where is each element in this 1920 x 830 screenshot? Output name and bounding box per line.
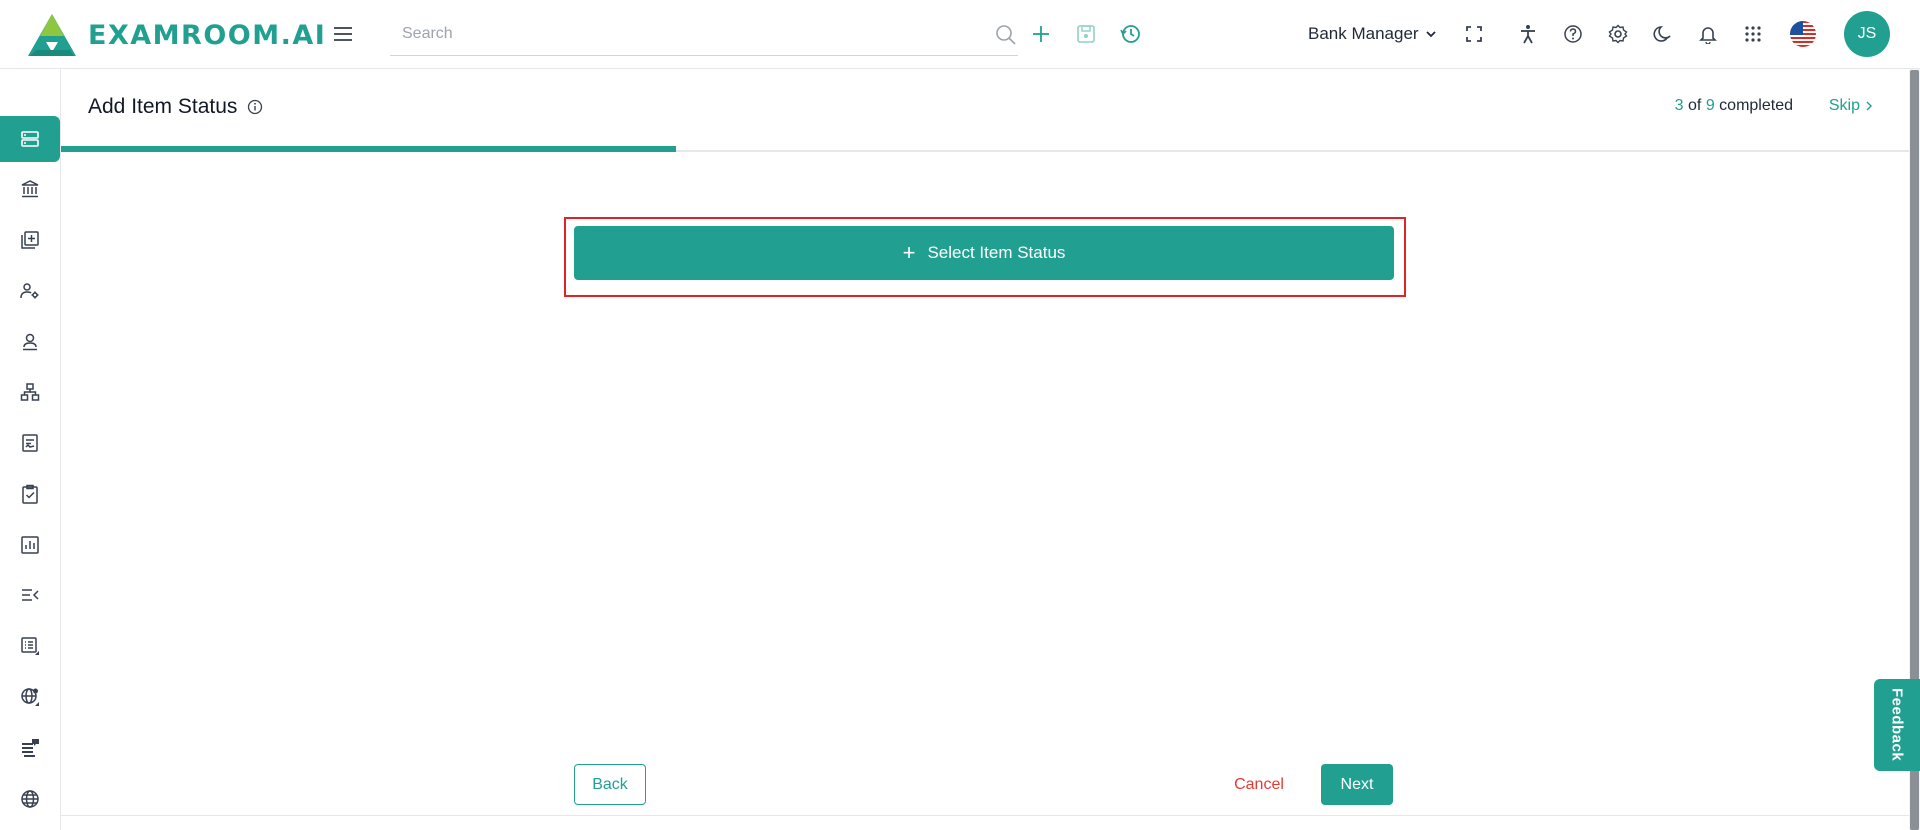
document-icon (22, 434, 38, 452)
search-bar (390, 14, 1018, 56)
skip-label: Skip (1828, 97, 1860, 114)
back-button[interactable]: Back (574, 764, 646, 805)
dark-mode-icon[interactable] (1649, 20, 1677, 48)
sidebar-item-user[interactable] (0, 319, 60, 365)
stack-chat-icon (22, 739, 39, 757)
sidebar-item-hierarchy[interactable] (0, 369, 60, 415)
sidebar-item-list-collapse[interactable] (0, 572, 60, 618)
sidebar-item-stack-chat[interactable] (0, 725, 60, 771)
user-settings-icon (20, 283, 39, 299)
fullscreen-icon[interactable] (1460, 20, 1488, 48)
feedback-label: Feedback (1888, 688, 1906, 762)
chevron-down-icon (1425, 31, 1436, 38)
save-icon[interactable] (1072, 20, 1100, 48)
search-icon[interactable] (994, 23, 1018, 47)
accessibility-icon[interactable] (1514, 20, 1542, 48)
select-item-status-label: Select Item Status (927, 243, 1066, 262)
role-label: Bank Manager (1308, 24, 1419, 43)
select-item-status-button[interactable]: + Select Item Status (574, 226, 1394, 280)
sidebar-item-checklist[interactable] (0, 471, 60, 517)
select-item-status-highlight: + Select Item Status (564, 217, 1406, 297)
sidebar-item-report[interactable] (0, 522, 60, 568)
info-icon[interactable] (247, 99, 263, 115)
next-button[interactable]: Next (1321, 764, 1393, 805)
hierarchy-icon (20, 383, 40, 401)
us-flag-icon[interactable] (1789, 20, 1817, 48)
globe-settings-icon (21, 688, 39, 706)
sidebar-item-document[interactable] (0, 420, 60, 466)
sidebar-item-globe[interactable] (0, 776, 60, 822)
bank-icon (21, 180, 39, 198)
list-collapse-icon (22, 589, 39, 601)
cancel-button[interactable]: Cancel (1224, 764, 1294, 805)
globe-icon (21, 790, 39, 808)
progress-total: 9 (1705, 97, 1715, 114)
progress-bar (61, 146, 1909, 152)
skip-link[interactable]: Skip (1829, 97, 1873, 115)
progress-status: 3 of 9 completed (1675, 97, 1793, 115)
progress-of: of (1688, 97, 1702, 114)
notification-icon[interactable] (1694, 20, 1722, 48)
sidebar (0, 69, 61, 830)
main-content: Add Item Status 3 of 9 completed Skip + … (61, 69, 1909, 830)
brand-logo[interactable]: EXAMROOM.AI (26, 12, 326, 58)
user-icon (23, 333, 37, 351)
dashboard-icon (21, 131, 39, 147)
page-header: Add Item Status (88, 95, 263, 119)
chevron-right-icon (1866, 101, 1872, 111)
examroom-logo-icon (28, 14, 76, 56)
menu-icon[interactable] (330, 22, 356, 46)
history-icon[interactable] (1117, 20, 1145, 48)
footer-divider (61, 815, 1909, 816)
page-title: Add Item Status (88, 95, 238, 118)
role-dropdown[interactable]: Bank Manager (1308, 22, 1437, 46)
checklist-icon (22, 484, 38, 504)
progress-bar-fill (61, 146, 676, 152)
feedback-tab[interactable]: Feedback (1874, 679, 1920, 771)
settings-icon[interactable] (1604, 20, 1632, 48)
progress-current: 3 (1674, 97, 1684, 114)
user-avatar[interactable]: JS (1844, 11, 1890, 57)
apps-grid-icon[interactable] (1739, 20, 1767, 48)
add-item-icon (21, 231, 39, 249)
plus-icon: + (902, 240, 916, 265)
brand-name: EXAMROOM.AI (88, 19, 327, 51)
sidebar-item-add-item[interactable] (0, 217, 60, 263)
sidebar-item-dashboard[interactable] (0, 116, 60, 162)
sidebar-item-user-settings[interactable] (0, 268, 60, 314)
top-header: EXAMROOM.AI Bank Manager (0, 0, 1920, 69)
sidebar-item-globe-settings[interactable] (0, 674, 60, 720)
list-icon (21, 637, 39, 655)
help-icon[interactable] (1559, 20, 1587, 48)
progress-suffix: completed (1719, 97, 1793, 114)
report-icon (21, 536, 39, 554)
sidebar-item-bank[interactable] (0, 166, 60, 212)
sidebar-item-list[interactable] (0, 623, 60, 669)
add-icon[interactable] (1027, 20, 1055, 48)
search-input[interactable] (390, 14, 970, 54)
